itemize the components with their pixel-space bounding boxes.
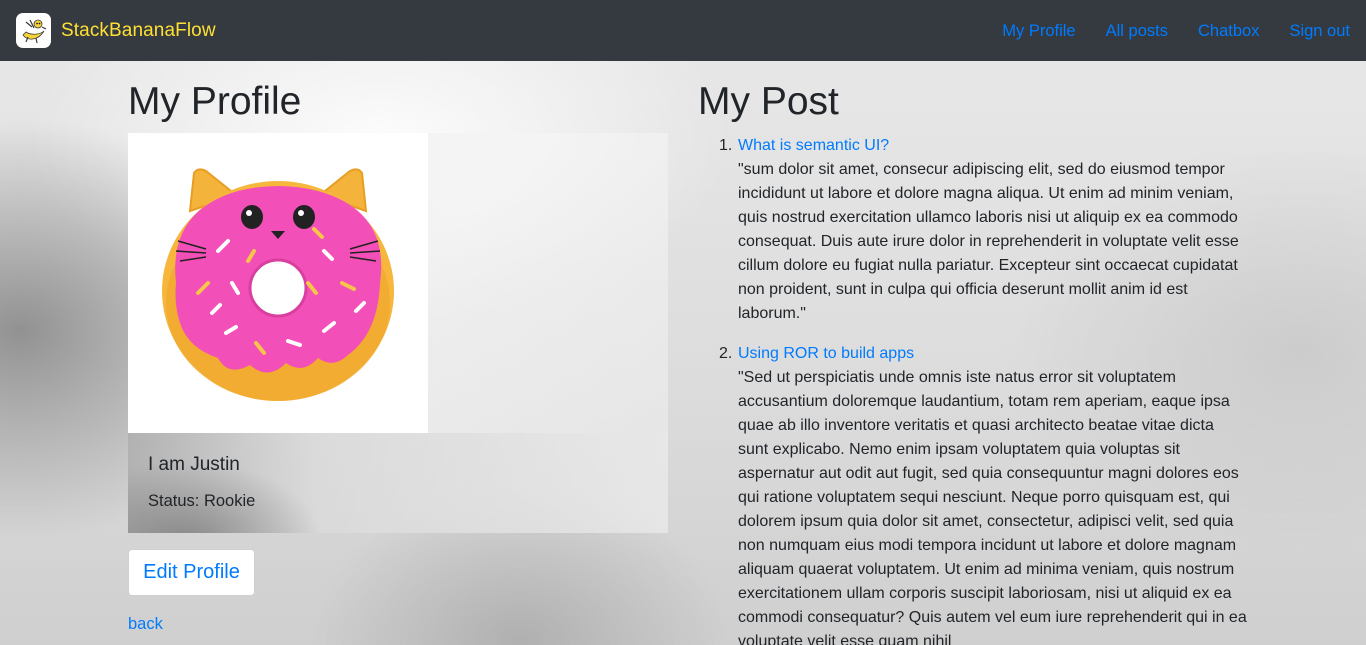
brand-name: StackBananaFlow bbox=[61, 19, 216, 41]
nav-links: My Profile All posts Chatbox Sign out bbox=[1002, 0, 1366, 61]
user-status: Status: Rookie bbox=[148, 492, 256, 510]
post-body: "sum dolor sit amet, consecur adipiscing… bbox=[738, 161, 1239, 322]
post-number: 1. bbox=[719, 137, 733, 154]
nav-my-profile[interactable]: My Profile bbox=[1002, 20, 1075, 41]
user-name: I am Justin bbox=[148, 454, 240, 475]
post-body: "Sed ut perspiciatis unde omnis iste nat… bbox=[738, 369, 1247, 645]
edit-profile-button[interactable]: Edit Profile bbox=[128, 549, 255, 596]
pink-cat-donut-image bbox=[162, 168, 394, 401]
profile-heading: My Profile bbox=[128, 80, 302, 123]
post-item: 1. What is semantic UI? "sum dolor sit a… bbox=[719, 134, 1248, 326]
back-link[interactable]: back bbox=[128, 615, 163, 634]
post-number: 2. bbox=[719, 345, 733, 362]
avatar bbox=[128, 133, 428, 433]
nav-chatbox[interactable]: Chatbox bbox=[1198, 20, 1259, 41]
top-navbar: StackBananaFlow My Profile All posts Cha… bbox=[0, 0, 1366, 61]
posts-heading: My Post bbox=[698, 80, 839, 123]
banana-mascot-icon bbox=[16, 13, 51, 48]
post-list: 1. What is semantic UI? "sum dolor sit a… bbox=[719, 134, 1248, 645]
post-item: 2. Using ROR to build apps "Sed ut persp… bbox=[719, 342, 1248, 645]
post-title-link[interactable]: What is semantic UI? bbox=[738, 134, 1248, 158]
profile-card: I am Justin Status: Rookie bbox=[128, 133, 668, 533]
post-title-link[interactable]: Using ROR to build apps bbox=[738, 342, 1248, 366]
nav-all-posts[interactable]: All posts bbox=[1106, 20, 1168, 41]
profile-card-body bbox=[128, 433, 668, 533]
nav-sign-out[interactable]: Sign out bbox=[1289, 20, 1350, 41]
brand-home-link[interactable]: StackBananaFlow bbox=[16, 13, 216, 48]
